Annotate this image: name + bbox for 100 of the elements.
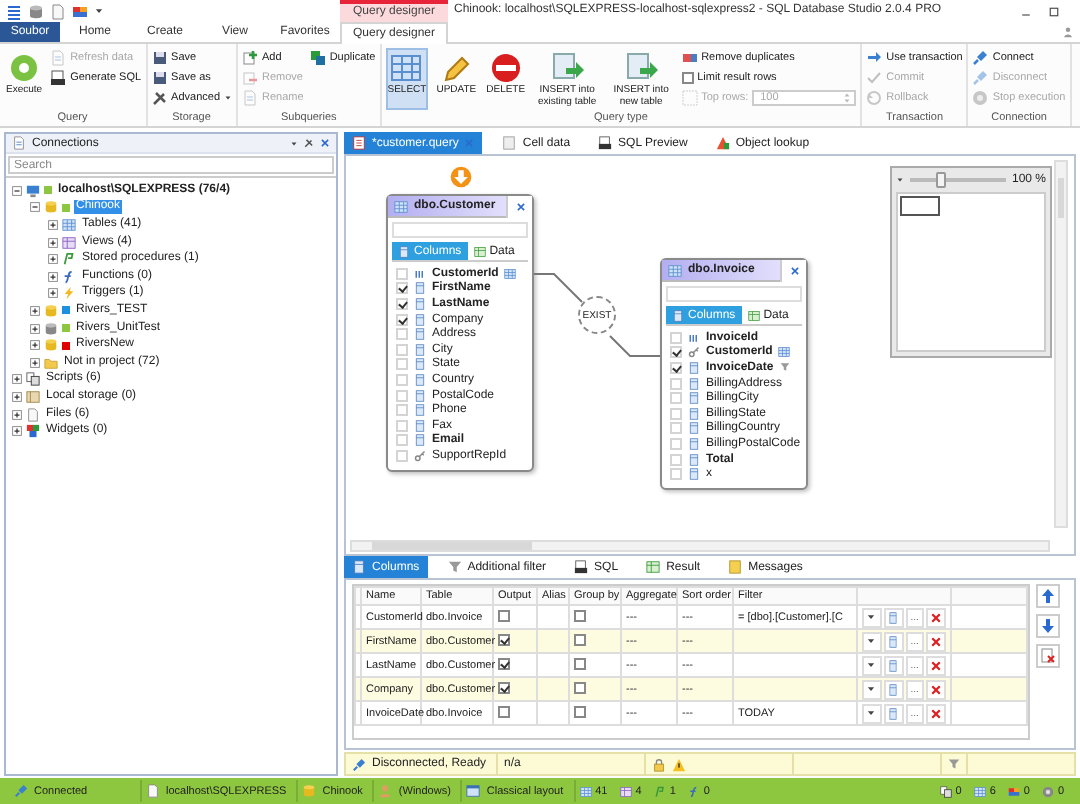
expander-icon[interactable] [12,374,22,385]
checkbox[interactable] [574,657,586,669]
document-icon [598,136,613,150]
horizontal-scrollbar[interactable] [350,540,1050,552]
add-icon [242,50,259,66]
checkbox[interactable] [574,681,586,693]
dropdown-button[interactable] [862,655,882,675]
expander-icon[interactable] [48,219,58,230]
table-icon [625,52,658,84]
connector-line [534,273,583,303]
procedure-icon [653,785,666,797]
table-icon [668,263,682,277]
expander-icon[interactable] [30,357,40,368]
checkbox[interactable] [498,705,510,717]
document-icon [50,50,67,66]
close-icon[interactable] [515,201,525,211]
caret-icon[interactable] [866,684,877,694]
database-icon [44,200,58,215]
app-logo-icon[interactable] [6,3,22,19]
dropdown-button[interactable] [862,703,882,723]
widgets-icon [26,424,40,439]
document-icon [50,70,67,86]
file-icon [26,407,40,422]
database-icon [44,303,58,318]
alias-field[interactable] [666,286,802,302]
stop-icon [972,90,989,106]
expander-icon[interactable] [48,237,58,248]
checkbox[interactable] [681,72,694,84]
dropdown-button[interactable] [862,679,882,699]
dropdown-button[interactable] [862,631,882,651]
caret-icon[interactable] [866,708,877,718]
column-icon [352,560,366,574]
plug-icon [972,70,989,86]
caret-icon[interactable] [866,636,877,646]
eraser-icon [681,50,698,66]
expander-icon[interactable] [48,271,58,282]
close-icon[interactable] [789,265,799,275]
document-icon [352,136,366,150]
expander-icon[interactable] [12,409,22,420]
expander-icon[interactable] [48,288,58,299]
table-icon [619,785,632,797]
storage-icon [26,389,40,404]
document-icon [574,560,589,574]
expander-icon[interactable] [12,185,22,196]
scripts-icon [26,372,40,387]
column-icon [688,361,700,374]
note-icon [728,560,743,574]
document-icon[interactable] [50,3,66,19]
close-button[interactable] [780,259,806,281]
checkbox[interactable] [498,609,510,621]
palette-icon [1007,785,1020,797]
alias-field[interactable] [392,222,528,238]
folder-icon [44,355,58,370]
funnel-icon [447,560,462,574]
no-entry-icon [489,52,522,84]
table-icon [747,309,760,321]
key-icon [688,346,700,359]
viewport-frame[interactable] [900,196,940,216]
expander-icon[interactable] [48,254,58,265]
user-icon[interactable] [1062,26,1074,38]
expander-icon[interactable] [30,202,40,213]
monitor-icon [26,183,40,198]
caret-icon[interactable] [290,139,298,147]
checkbox[interactable] [498,633,510,645]
column-icon [672,309,684,321]
table-icon [973,785,986,797]
arrow-icon [866,50,883,66]
dropdown-button[interactable] [862,607,882,627]
checkbox[interactable] [574,705,586,717]
checkbox[interactable] [574,609,586,621]
vertical-scrollbar[interactable] [1054,160,1068,528]
grid-icon [681,90,698,106]
expander-icon[interactable] [30,305,40,316]
document-icon [502,136,517,150]
remove-icon [242,70,259,86]
caret-icon[interactable] [94,6,104,16]
caret-icon[interactable] [866,660,877,670]
expander-icon[interactable] [12,391,22,402]
palette-icon[interactable] [72,3,88,19]
caret-icon[interactable] [866,612,877,622]
plug-icon [14,784,28,798]
checkbox[interactable] [498,681,510,693]
function-icon [687,785,700,797]
checkbox[interactable] [498,657,510,669]
table-icon [646,560,661,574]
database-icon[interactable] [28,3,44,19]
plug-icon [972,50,989,66]
close-icon[interactable] [320,138,330,148]
table-icon [62,217,76,232]
checkbox[interactable] [574,633,586,645]
check-icon [866,70,883,86]
shapes-icon [715,136,730,150]
caret-icon[interactable] [896,176,904,184]
maximize-icon[interactable] [1048,5,1060,17]
expander-icon[interactable] [12,426,22,437]
expander-icon[interactable] [30,323,40,334]
close-button[interactable] [506,195,532,217]
table-icon [390,52,423,84]
expander-icon[interactable] [30,340,40,351]
slider-thumb[interactable] [936,172,947,188]
